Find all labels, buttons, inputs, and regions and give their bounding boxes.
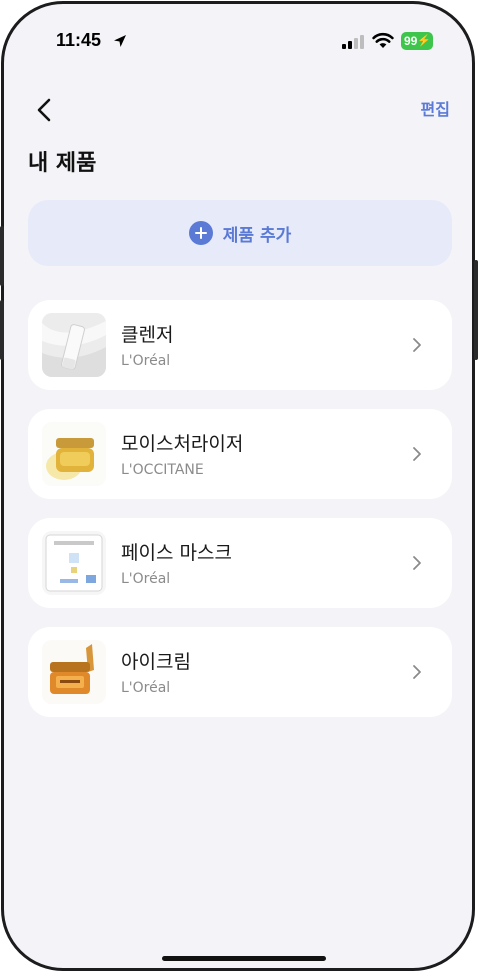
- plus-circle-icon: [188, 221, 213, 245]
- power-button: [474, 260, 478, 360]
- page-title: 내 제품: [28, 151, 97, 176]
- product-name: 아이크림: [121, 651, 191, 673]
- product-card-moisturizer[interactable]: 모이스처라이저 L'OCCITANE: [28, 409, 452, 499]
- phone-frame: 11:45 99 ⚡ 편집 내 제품 제품 추가 클렌저 L'Oréal 모이스…: [1, 1, 475, 971]
- product-card-face-mask[interactable]: 페이스 마스크 L'Oréal: [28, 518, 452, 608]
- volume-down-button: [0, 300, 4, 360]
- chevron-right-icon: [413, 447, 421, 461]
- chevron-right-icon: [413, 338, 421, 352]
- battery-level: 99: [404, 34, 418, 48]
- product-card-cleanser[interactable]: 클렌저 L'Oréal: [28, 300, 452, 390]
- status-bar: 11:45 99 ⚡: [4, 4, 472, 64]
- product-name: 클렌저: [121, 324, 174, 346]
- add-product-button[interactable]: 제품 추가: [28, 200, 452, 266]
- wifi-icon: [372, 32, 394, 48]
- home-indicator[interactable]: [162, 956, 326, 961]
- location-arrow-icon: [114, 35, 126, 47]
- chevron-right-icon: [413, 556, 421, 570]
- sheet-mask-icon: [42, 531, 106, 595]
- product-brand: L'Oréal: [121, 353, 171, 369]
- add-product-label: 제품 추가: [222, 225, 292, 246]
- product-brand: L'OCCITANE: [121, 462, 204, 478]
- cream-jar-icon: [42, 422, 106, 486]
- cleanser-tube-icon: [42, 313, 106, 377]
- status-time: 11:45: [56, 30, 102, 50]
- back-button[interactable]: [32, 96, 56, 124]
- product-brand: L'Oréal: [121, 571, 171, 587]
- product-name: 페이스 마스크: [121, 542, 232, 564]
- product-card-eye-cream[interactable]: 아이크림 L'Oréal: [28, 627, 452, 717]
- cellular-signal-icon: [342, 35, 364, 49]
- charging-bolt-icon: ⚡: [417, 35, 431, 47]
- product-brand: L'Oréal: [121, 680, 171, 696]
- eye-cream-jar-icon: [42, 640, 106, 704]
- battery-indicator: 99 ⚡: [401, 32, 433, 50]
- chevron-left-icon: [37, 98, 51, 122]
- edit-button[interactable]: 편집: [421, 96, 450, 120]
- volume-up-button: [0, 226, 4, 286]
- product-name: 모이스처라이저: [121, 433, 244, 455]
- chevron-right-icon: [413, 665, 421, 679]
